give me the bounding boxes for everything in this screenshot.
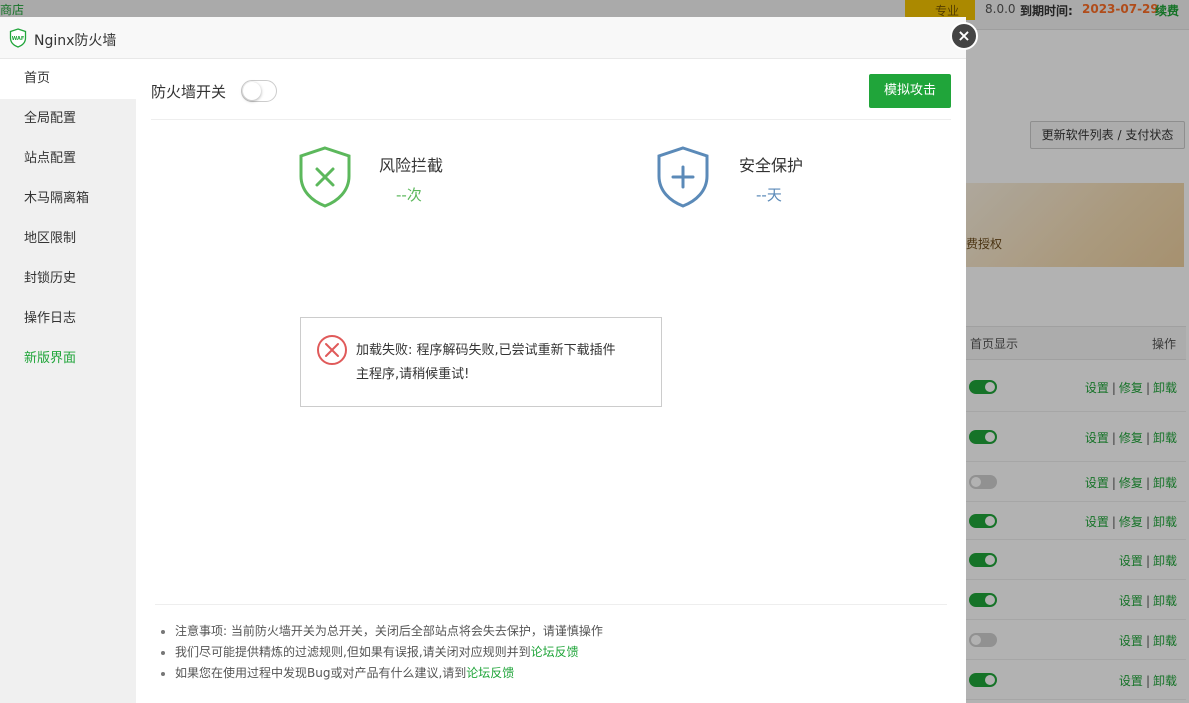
error-message-line1: 加载失败: 程序解码失败,已尝试重新下载插件 (356, 343, 616, 358)
sidebar-item-new-ui[interactable]: 新版界面 (0, 339, 136, 379)
note-item: 如果您在使用过程中发现Bug或对产品有什么建议,请到论坛反馈 (161, 663, 603, 684)
risk-intercept-title: 风险拦截 (379, 156, 444, 175)
notes-divider (155, 604, 947, 605)
shield-plus-icon (657, 146, 709, 208)
header-divider (151, 119, 951, 120)
sidebar-item-home[interactable]: 首页 (0, 59, 136, 99)
error-message-line2: 主程序,请稍候重试! (356, 367, 470, 382)
note-text: 我们尽可能提供精炼的过滤规则,但如果有误报,请关闭对应规则并到 (175, 645, 531, 659)
security-protection-value: --天 (756, 186, 782, 204)
svg-text:WAF: WAF (12, 36, 25, 42)
sidebar-item-region-restriction[interactable]: 地区限制 (0, 219, 136, 259)
firewall-home-content: 防火墙开关 模拟攻击 风险拦截 --次 安全保护 --天 加载失败: 程序解码失… (136, 59, 966, 703)
note-text: 如果您在使用过程中发现Bug或对产品有什么建议,请到 (175, 666, 467, 680)
load-error-dialog: 加载失败: 程序解码失败,已尝试重新下载插件 主程序,请稍候重试! (300, 317, 662, 407)
note-item: 注意事项: 当前防火墙开关为总开关，关闭后全部站点将会失去保护，请谨慎操作 (161, 621, 603, 642)
firewall-switch-label: 防火墙开关 (151, 83, 227, 101)
sidebar-item-trojan-quarantine[interactable]: 木马隔离箱 (0, 179, 136, 219)
forum-feedback-link[interactable]: 论坛反馈 (531, 645, 579, 659)
risk-intercept-value: --次 (396, 186, 422, 204)
firewall-toggle[interactable] (241, 80, 277, 102)
note-text: 注意事项: 当前防火墙开关为总开关，关闭后全部站点将会失去保护，请谨慎操作 (175, 624, 603, 638)
close-icon[interactable]: × (950, 22, 978, 50)
sidebar-item-global-config[interactable]: 全局配置 (0, 99, 136, 139)
firewall-sidebar: 首页 全局配置 站点配置 木马隔离箱 地区限制 封锁历史 操作日志 新版界面 (0, 59, 136, 703)
nginx-firewall-modal: WAF Nginx防火墙 × 首页 全局配置 站点配置 木马隔离箱 地区限制 封… (0, 17, 978, 703)
simulate-attack-button[interactable]: 模拟攻击 (869, 74, 951, 108)
notes-list: 注意事项: 当前防火墙开关为总开关，关闭后全部站点将会失去保护，请谨慎操作 我们… (161, 621, 603, 684)
sidebar-item-block-history[interactable]: 封锁历史 (0, 259, 136, 299)
security-protection-title: 安全保护 (739, 156, 804, 175)
modal-title: Nginx防火墙 (34, 33, 117, 49)
shield-x-icon (299, 146, 351, 208)
note-item: 我们尽可能提供精炼的过滤规则,但如果有误报,请关闭对应规则并到论坛反馈 (161, 642, 603, 663)
forum-feedback-link[interactable]: 论坛反馈 (466, 666, 514, 680)
sidebar-item-site-config[interactable]: 站点配置 (0, 139, 136, 179)
error-circle-icon (317, 335, 347, 365)
modal-header: WAF Nginx防火墙 (0, 17, 966, 59)
waf-shield-icon: WAF (9, 28, 27, 48)
sidebar-item-operation-log[interactable]: 操作日志 (0, 299, 136, 339)
error-message: 加载失败: 程序解码失败,已尝试重新下载插件 主程序,请稍候重试! (356, 339, 651, 387)
